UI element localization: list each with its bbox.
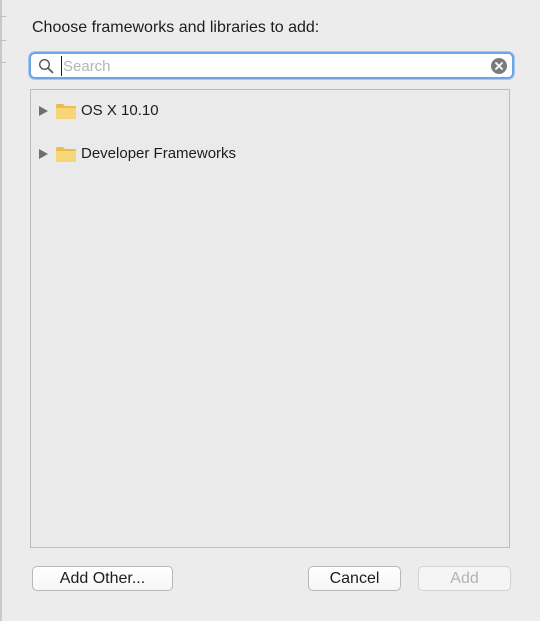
window-edge-tick bbox=[0, 40, 6, 41]
disclosure-triangle-icon[interactable] bbox=[39, 149, 48, 159]
frameworks-list[interactable]: OS X 10.10 Developer Frameworks bbox=[30, 89, 510, 548]
dialog-prompt: Choose frameworks and libraries to add: bbox=[32, 19, 320, 36]
window-left-edge bbox=[0, 0, 2, 621]
clear-search-button[interactable] bbox=[491, 58, 507, 74]
tree-item-developer-frameworks[interactable]: Developer Frameworks bbox=[31, 141, 509, 167]
folder-icon bbox=[56, 147, 76, 162]
disclosure-triangle-icon[interactable] bbox=[39, 106, 48, 116]
cancel-button[interactable]: Cancel bbox=[308, 566, 401, 591]
tree-item-label: Developer Frameworks bbox=[81, 145, 237, 162]
add-other-button[interactable]: Add Other... bbox=[32, 566, 173, 591]
add-button[interactable]: Add bbox=[418, 566, 511, 591]
folder-icon bbox=[56, 104, 76, 119]
search-input[interactable] bbox=[61, 56, 483, 76]
tree-item-label: OS X 10.10 bbox=[81, 102, 159, 119]
search-icon bbox=[38, 58, 54, 74]
close-icon bbox=[495, 62, 503, 70]
search-field[interactable] bbox=[29, 52, 514, 79]
window-edge-tick bbox=[0, 16, 6, 17]
window-edge-tick bbox=[0, 62, 6, 63]
tree-item-os-x[interactable]: OS X 10.10 bbox=[31, 98, 509, 124]
